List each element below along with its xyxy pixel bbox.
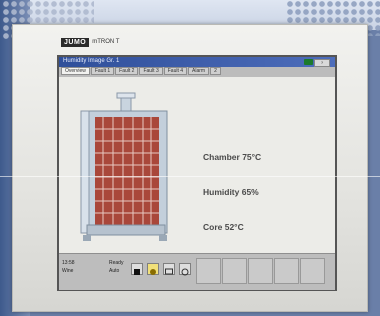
bell-icon <box>150 269 156 275</box>
function-key-2[interactable] <box>222 258 247 284</box>
record-icon <box>134 269 140 275</box>
function-key-5[interactable] <box>300 258 325 284</box>
display-screen: Humidity Image Gr. 1 ? Overview Fault 1 … <box>57 55 337 291</box>
tab-fault-4[interactable]: Fault 4 <box>163 67 188 75</box>
alarm-button[interactable] <box>147 263 159 275</box>
display-button[interactable] <box>163 263 175 275</box>
window-close-button[interactable]: ? <box>314 59 330 67</box>
smoke-oven-icon <box>80 92 168 241</box>
model-label: mTRON T <box>92 39 120 45</box>
tab-fault-3[interactable]: Fault 3 <box>139 67 163 75</box>
tab-alarm[interactable]: Alarm <box>188 67 210 75</box>
device-panel: JUMO mTRON T Humidity Image Gr. 1 ? Over… <box>12 24 368 312</box>
status-left: 13:58 Wine <box>62 259 75 275</box>
core-readout: Core 52°C <box>203 222 244 232</box>
tab-fault-2[interactable]: Fault 2 <box>115 67 139 75</box>
window-title: Humidity Image Gr. 1 <box>63 58 120 64</box>
gear-icon <box>181 268 189 276</box>
status-bar: 13:58 Wine Ready Auto <box>59 253 335 290</box>
chamber-readout: Chamber 75°C <box>203 152 262 162</box>
status-time: 13:58 <box>62 260 75 266</box>
brand-area: JUMO mTRON T <box>61 37 119 47</box>
status-middle: Ready Auto <box>109 259 123 275</box>
window-titlebar: Humidity Image Gr. 1 ? <box>59 57 335 67</box>
overview-content: Chamber 75°C Humidity 65% Core 52°C <box>59 77 335 253</box>
function-key-3[interactable] <box>248 258 273 284</box>
screen-glare-line <box>0 176 380 177</box>
status-mode: Auto <box>109 268 120 274</box>
function-key-1[interactable] <box>196 258 221 284</box>
humidity-readout: Humidity 65% <box>203 187 259 197</box>
function-key-4[interactable] <box>274 258 299 284</box>
tab-fault-1[interactable]: Fault 1 <box>90 67 115 75</box>
status-state: Ready <box>109 260 124 266</box>
status-program: Wine <box>62 268 74 274</box>
tab-2[interactable]: 2 <box>210 67 221 75</box>
tab-overview[interactable]: Overview <box>61 67 90 75</box>
record-button[interactable] <box>131 263 143 275</box>
settings-button[interactable] <box>179 263 191 276</box>
status-led-icon <box>304 59 313 65</box>
screen-icon <box>165 268 173 275</box>
tab-bar: Overview Fault 1 Fault 2 Fault 3 Fault 4… <box>59 67 335 77</box>
brand-logo: JUMO <box>61 37 90 47</box>
